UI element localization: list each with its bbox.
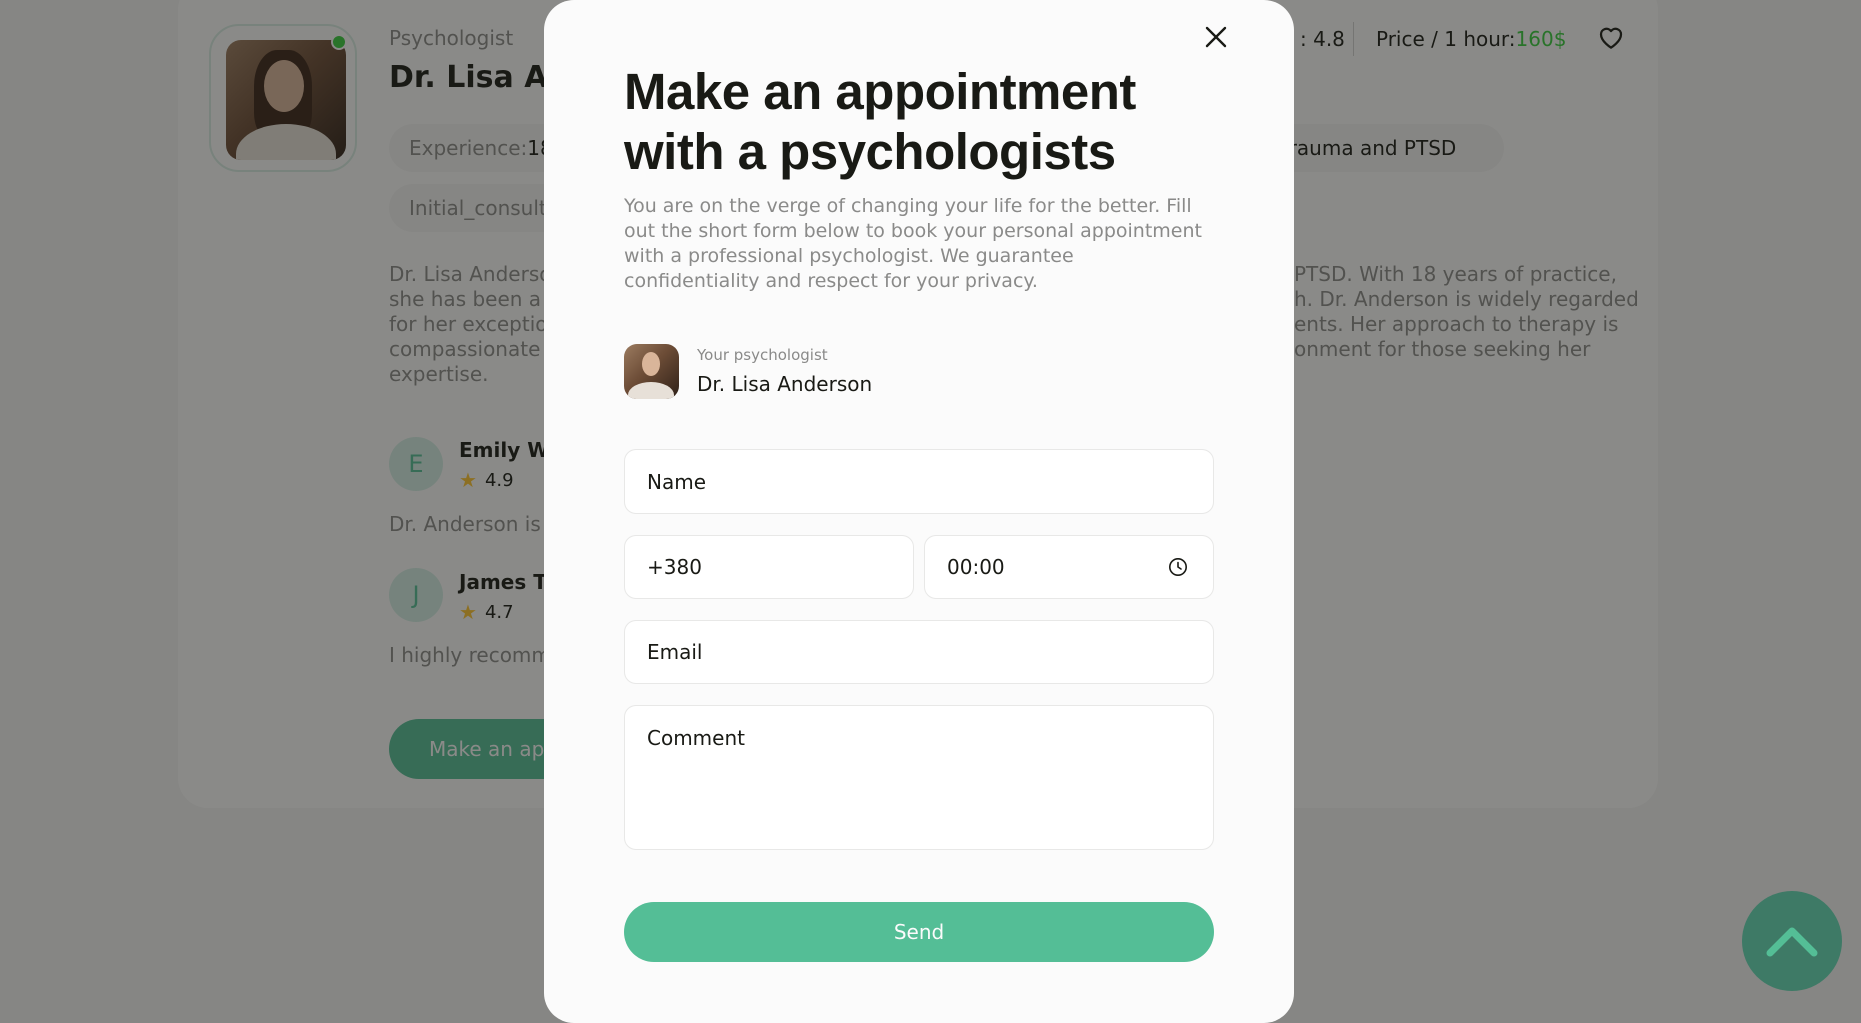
time-picker[interactable] (924, 535, 1214, 599)
chevron-up-icon (1766, 927, 1818, 957)
clock-icon[interactable] (1168, 557, 1188, 577)
modal-subtitle: You are on the verge of changing your li… (624, 195, 1202, 292)
psychologist-avatar-small (624, 344, 679, 399)
scroll-to-top-button[interactable] (1742, 891, 1842, 991)
psychologist-name: Dr. Lisa Anderson (697, 372, 873, 396)
send-button[interactable]: Send (624, 902, 1214, 962)
close-icon[interactable] (1203, 24, 1229, 50)
email-input[interactable] (624, 620, 1214, 684)
comment-textarea[interactable] (624, 705, 1214, 850)
phone-input[interactable] (624, 535, 914, 599)
psychologist-label: Your psychologist (697, 346, 828, 364)
name-input[interactable] (624, 449, 1214, 514)
modal-title: Make an appointment with a psychologists (624, 63, 1136, 180)
